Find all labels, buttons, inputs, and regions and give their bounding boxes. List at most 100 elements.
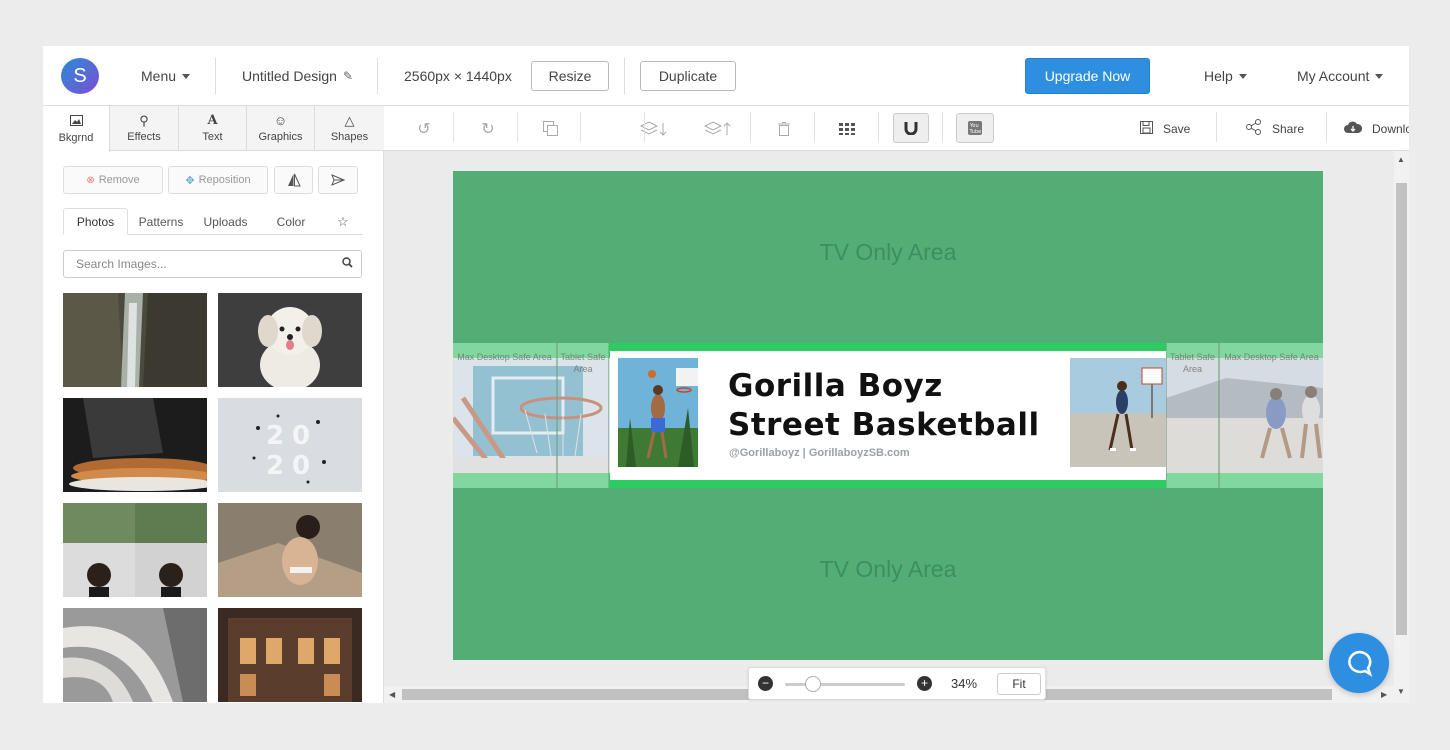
photo-source-tabs: Photos Patterns Uploads Color ☆ <box>63 208 363 235</box>
divider <box>750 112 751 142</box>
flip-button[interactable] <box>274 166 313 194</box>
youtube-guide-icon[interactable]: You Tube <box>956 113 994 143</box>
tab-label: Bkgrnd <box>58 131 94 144</box>
scroll-down-icon[interactable]: ▼ <box>1397 687 1405 696</box>
remove-button[interactable]: ⊗ Remove <box>63 166 163 194</box>
zoom-fit-button[interactable]: Fit <box>997 673 1041 695</box>
max-desktop-label: Max Desktop Safe Area <box>457 352 552 362</box>
smiley-icon: ☺ <box>273 113 288 128</box>
bring-forward-icon[interactable] <box>700 106 736 151</box>
menu-dropdown[interactable]: Menu <box>141 46 191 106</box>
left-panel: Bkgrnd ⚲ Effects A Text ☺ Graphics △ Sha… <box>43 106 384 703</box>
logo-letter: S <box>73 64 87 87</box>
send-backward-icon[interactable] <box>636 106 672 151</box>
svg-text:Tube: Tube <box>969 129 982 135</box>
divider <box>377 58 378 94</box>
favorites-star-icon[interactable]: ☆ <box>325 208 361 235</box>
zoom-out-icon[interactable]: − <box>758 676 773 691</box>
divider <box>644 112 645 142</box>
banner-handle-text[interactable]: @Gorillaboyz | GorillaboyzSB.com <box>729 447 910 459</box>
tv-only-area-bottom-label: TV Only Area <box>819 556 957 582</box>
tab-photos[interactable]: Photos <box>63 208 128 235</box>
save-label: Save <box>1163 121 1191 136</box>
scroll-right-icon[interactable]: ▶ <box>1381 690 1387 699</box>
photo-thumbnail-beach-woman[interactable] <box>218 503 362 597</box>
logo-icon[interactable]: S <box>61 58 99 94</box>
svg-text:2: 2 <box>266 421 284 451</box>
tab-effects[interactable]: ⚲ Effects <box>110 106 179 151</box>
banner-title-line2[interactable]: Street Basketball <box>728 407 1040 443</box>
search-placeholder: Search Images... <box>76 257 167 271</box>
divider <box>814 112 815 142</box>
vertical-scroll-thumb[interactable] <box>1396 183 1407 635</box>
duplicate-button[interactable]: Duplicate <box>640 61 736 91</box>
trash-icon[interactable] <box>766 106 802 151</box>
top-bar: S Menu Untitled Design ✎ 2560px × 1440px … <box>43 46 1409 106</box>
send-button[interactable] <box>318 166 358 194</box>
tab-bkgrnd[interactable]: Bkgrnd <box>43 106 110 152</box>
upgrade-now-button[interactable]: Upgrade Now <box>1025 58 1150 94</box>
image-icon <box>69 114 83 129</box>
photo-thumbnail-2020[interactable]: 2020 <box>218 398 362 492</box>
magic-wand-icon: ⚲ <box>139 113 149 128</box>
tab-text[interactable]: A Text <box>179 106 247 151</box>
account-label: My Account <box>1297 68 1370 84</box>
photo-thumbnail-hall[interactable] <box>218 608 362 702</box>
photo-thumbnail-architecture[interactable] <box>63 608 207 702</box>
chevron-down-icon <box>1238 73 1247 79</box>
tab-color[interactable]: Color <box>260 208 322 235</box>
search-input[interactable]: Search Images... <box>63 250 362 278</box>
app-window: S Menu Untitled Design ✎ 2560px × 1440px … <box>43 46 1409 703</box>
tool-tabs: Bkgrnd ⚲ Effects A Text ☺ Graphics △ Sha… <box>43 106 384 152</box>
photo-thumbnail-woman-collage[interactable] <box>63 503 207 597</box>
scroll-up-icon[interactable]: ▲ <box>1397 155 1405 164</box>
zoom-in-icon[interactable]: + <box>917 676 932 691</box>
vertical-scrollbar[interactable]: ▲ ▼ <box>1394 151 1409 703</box>
reposition-button[interactable]: ✥ Reposition <box>168 166 268 194</box>
max-desktop-safe-area-left: Max Desktop Safe Area <box>453 343 557 488</box>
divider <box>517 112 518 142</box>
banner-title-line1[interactable]: Gorilla Boyz <box>728 368 943 404</box>
help-dropdown[interactable]: Help <box>1204 46 1247 106</box>
image-dunk[interactable] <box>618 358 698 467</box>
save-button[interactable]: Save <box>1140 106 1190 151</box>
tab-uploads[interactable]: Uploads <box>194 208 257 235</box>
reposition-label: Reposition <box>198 174 251 186</box>
pencil-icon[interactable]: ✎ <box>343 69 353 83</box>
support-chat-button[interactable] <box>1329 633 1389 693</box>
zoom-slider-track[interactable] <box>785 683 905 686</box>
search-icon[interactable] <box>342 257 353 271</box>
resize-button[interactable]: Resize <box>531 61 609 91</box>
divider <box>1326 112 1327 142</box>
zoom-slider-handle[interactable] <box>805 676 821 692</box>
share-button[interactable]: Share <box>1246 106 1304 151</box>
redo-icon[interactable]: ↻ <box>470 106 506 151</box>
tab-label: Text <box>202 131 223 143</box>
design-canvas[interactable]: TV Only Area TV Only Area Max Desktop Sa… <box>453 171 1323 660</box>
tab-shapes[interactable]: △ Shapes <box>315 106 384 151</box>
download-button[interactable]: Download <box>1344 106 1409 151</box>
magnet-snap-icon[interactable] <box>893 113 929 143</box>
design-name[interactable]: Untitled Design ✎ <box>242 46 353 106</box>
undo-icon[interactable]: ↺ <box>406 106 442 151</box>
menu-label: Menu <box>141 68 177 84</box>
tab-patterns[interactable]: Patterns <box>129 208 193 235</box>
scroll-left-icon[interactable]: ◀ <box>389 690 395 699</box>
max-desktop-safe-area-right: Max Desktop Safe Area <box>1219 343 1323 488</box>
divider <box>942 112 943 142</box>
divider <box>453 112 454 142</box>
zoom-control: − + 34% Fit <box>748 667 1046 700</box>
chevron-down-icon <box>182 73 191 79</box>
copy-icon[interactable] <box>532 106 568 151</box>
tablet-safe-area-left: Tablet Safe Area <box>557 343 609 488</box>
flip-icon <box>287 173 301 187</box>
grid-icon[interactable] <box>829 106 865 151</box>
image-street-court[interactable] <box>1070 358 1166 467</box>
move-icon: ✥ <box>185 174 195 187</box>
photo-thumbnail-waterfall[interactable] <box>63 293 207 387</box>
photo-thumbnail-dog[interactable] <box>218 293 362 387</box>
photo-thumbnail-copper[interactable] <box>63 398 207 492</box>
tab-graphics[interactable]: ☺ Graphics <box>247 106 315 151</box>
share-label: Share <box>1272 121 1305 136</box>
my-account-dropdown[interactable]: My Account <box>1297 46 1384 106</box>
